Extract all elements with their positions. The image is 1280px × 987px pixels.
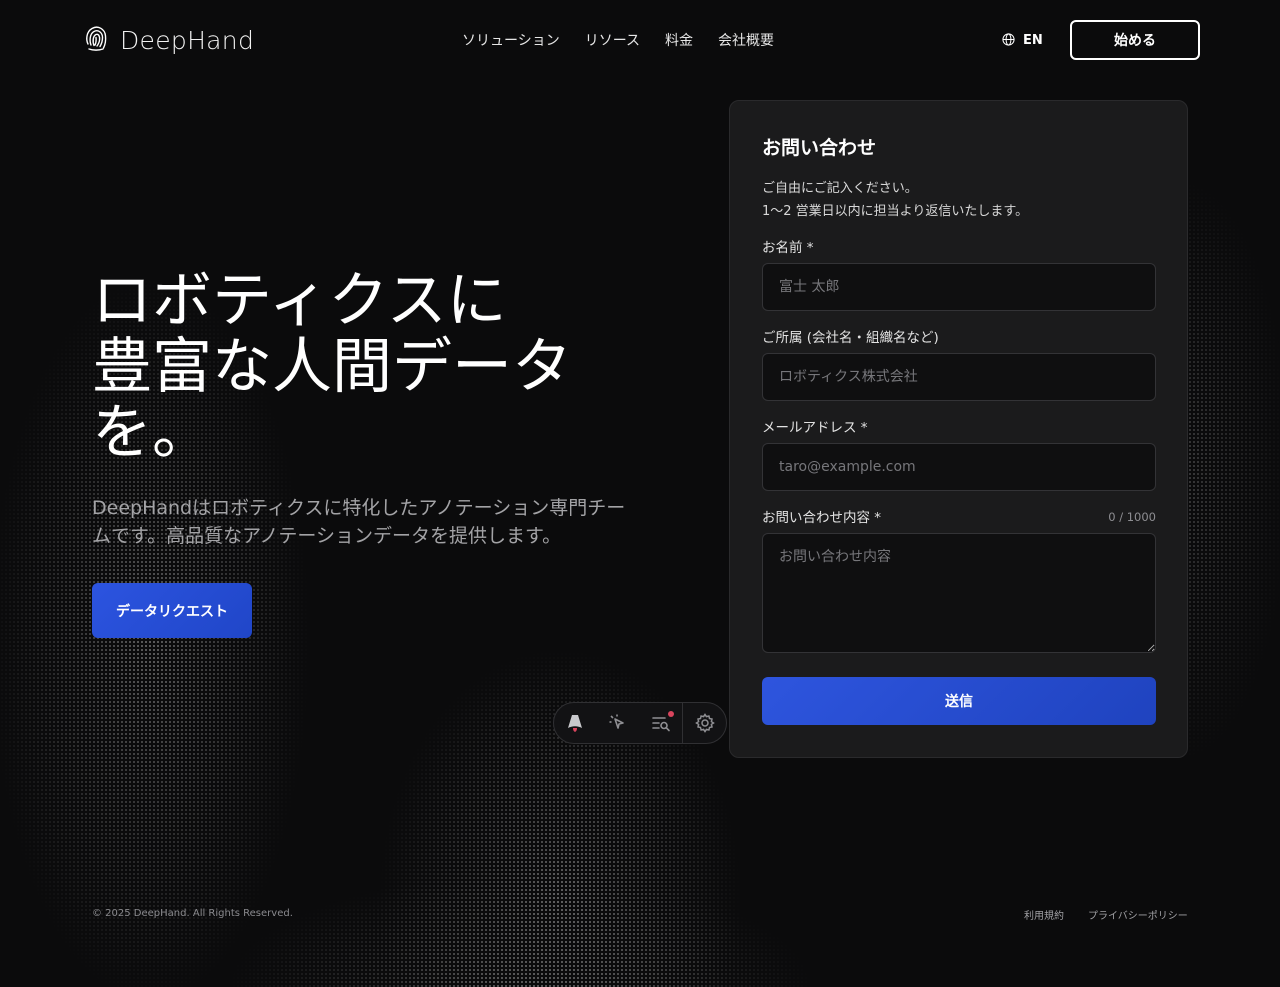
dev-toolbar — [553, 702, 727, 744]
email-input[interactable] — [762, 443, 1156, 491]
hero-title-line: 豊富な人間データ — [92, 332, 572, 402]
nav-item-solutions[interactable]: ソリューション — [462, 30, 560, 50]
language-switcher[interactable]: EN — [1002, 31, 1043, 50]
affiliation-field-label: ご所属 (会社名・組織名など) — [762, 326, 939, 346]
hero-subtitle: DeepHandはロボティクスに特化したアノテーション専門チームです。高品質なア… — [92, 497, 626, 547]
nav-item-resources[interactable]: リソース — [585, 30, 640, 50]
required-marker: * — [874, 510, 882, 526]
cursor-inspect-icon[interactable] — [597, 703, 640, 743]
character-counter: 0 / 1000 — [1108, 510, 1156, 524]
hero-title: ロボティクスに 豊富な人間データ を。 — [92, 268, 632, 466]
label-text: お問い合わせ内容 — [762, 510, 870, 526]
nav-item-pricing[interactable]: 料金 — [665, 30, 693, 50]
label-text: メールアドレス — [762, 420, 857, 436]
submit-button[interactable]: 送信 — [762, 677, 1156, 725]
globe-icon — [1002, 31, 1015, 50]
form-description-line: 1〜2 営業日以内に担当より返信いたします。 — [762, 204, 1029, 219]
get-started-button[interactable]: 始める — [1070, 20, 1200, 60]
site-header: DeepHand ソリューション リソース 料金 会社概要 EN 始める — [0, 0, 1280, 80]
message-field-label: お問い合わせ内容 * — [762, 506, 881, 526]
audit-list-icon[interactable] — [640, 703, 683, 743]
brand-logo[interactable]: DeepHand — [84, 24, 254, 56]
brand-name: DeepHand — [120, 25, 255, 55]
hero-title-line: を。 — [92, 398, 212, 468]
affiliation-input[interactable] — [762, 353, 1156, 401]
fingerprint-icon — [84, 24, 108, 56]
contact-form-card: お問い合わせ ご自由にご記入ください。 1〜2 営業日以内に担当より返信いたしま… — [729, 100, 1188, 758]
label-text: お名前 — [762, 240, 803, 256]
copyright-text: © 2025 DeepHand. All Rights Reserved. — [92, 908, 293, 919]
form-description-line: ご自由にご記入ください。 — [762, 181, 918, 196]
settings-gear-icon[interactable] — [683, 703, 726, 743]
form-title: お問い合わせ — [762, 137, 877, 159]
footer-links: 利用規約 プライバシーポリシー — [1024, 907, 1188, 922]
nav-item-about[interactable]: 会社概要 — [718, 30, 774, 50]
hero-title-line: ロボティクスに — [92, 266, 507, 336]
label-text: ご所属 (会社名・組織名など) — [762, 330, 939, 346]
main-nav: ソリューション リソース 料金 会社概要 — [462, 30, 774, 50]
name-input[interactable] — [762, 263, 1156, 311]
notification-dot — [668, 711, 675, 717]
data-request-button[interactable]: データリクエスト — [92, 583, 252, 638]
required-marker: * — [806, 240, 814, 256]
astro-logo-icon[interactable] — [554, 703, 597, 743]
name-field-label: お名前 * — [762, 236, 814, 256]
terms-link[interactable]: 利用規約 — [1024, 907, 1064, 922]
privacy-policy-link[interactable]: プライバシーポリシー — [1088, 907, 1188, 922]
email-field-label: メールアドレス * — [762, 416, 868, 436]
message-textarea[interactable] — [762, 533, 1156, 653]
language-label: EN — [1023, 33, 1043, 48]
required-marker: * — [860, 420, 868, 436]
